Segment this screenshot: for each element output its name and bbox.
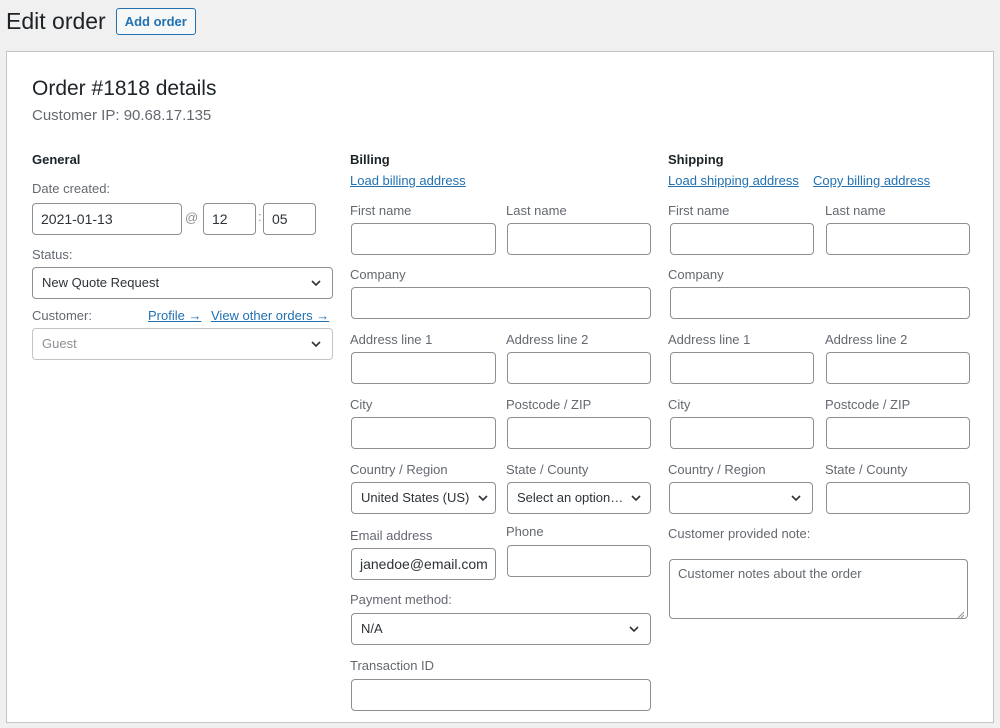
billing-country-value: United States (US) xyxy=(361,490,470,505)
shipping-state-input[interactable] xyxy=(826,482,970,514)
billing-postcode-input[interactable] xyxy=(507,417,651,449)
shipping-city-input[interactable] xyxy=(670,417,814,449)
add-order-button[interactable]: Add order xyxy=(115,7,196,35)
time-separator: : xyxy=(258,209,262,224)
billing-first-name-input[interactable] xyxy=(351,223,496,255)
shipping-company-label: Company xyxy=(668,267,724,282)
shipping-address1-input[interactable] xyxy=(670,352,814,384)
transaction-id-input[interactable] xyxy=(351,679,651,711)
billing-postcode-label: Postcode / ZIP xyxy=(506,397,592,412)
page-title: Edit order xyxy=(6,8,106,34)
shipping-address2-input[interactable] xyxy=(826,352,970,384)
chevron-down-icon xyxy=(628,623,640,635)
billing-first-name-label: First name xyxy=(350,203,412,218)
payment-method-label: Payment method: xyxy=(350,592,452,607)
customer-select[interactable]: Guest xyxy=(32,328,333,360)
copy-billing-address-link[interactable]: Copy billing address xyxy=(813,173,930,188)
customer-note-placeholder: Customer notes about the order xyxy=(678,566,862,581)
shipping-last-name-input[interactable] xyxy=(826,223,970,255)
view-other-orders-link[interactable]: View other orders → xyxy=(211,308,329,323)
billing-email-input[interactable]: janedoe@email.com xyxy=(351,548,496,580)
billing-company-input[interactable] xyxy=(351,287,651,319)
customer-note-label: Customer provided note: xyxy=(668,526,811,541)
order-title: Order #1818 details xyxy=(32,77,217,100)
load-shipping-address-link[interactable]: Load shipping address xyxy=(668,173,799,188)
shipping-postcode-label: Postcode / ZIP xyxy=(825,397,911,412)
minute-input[interactable]: 05 xyxy=(263,203,316,235)
shipping-first-name-label: First name xyxy=(668,203,730,218)
shipping-postcode-input[interactable] xyxy=(826,417,970,449)
billing-last-name-input[interactable] xyxy=(507,223,651,255)
load-billing-address-link[interactable]: Load billing address xyxy=(350,173,466,188)
date-created-label: Date created: xyxy=(32,181,111,196)
customer-profile-link[interactable]: Profile → xyxy=(148,308,201,323)
at-separator: @ xyxy=(185,210,199,225)
chevron-down-icon xyxy=(790,492,802,504)
billing-address1-input[interactable] xyxy=(351,352,496,384)
billing-phone-input[interactable] xyxy=(507,545,651,577)
status-select[interactable]: New Quote Request xyxy=(32,267,333,299)
billing-state-label: State / County xyxy=(506,462,589,477)
billing-last-name-label: Last name xyxy=(506,203,567,218)
billing-phone-label: Phone xyxy=(506,524,544,539)
billing-company-label: Company xyxy=(350,267,406,282)
shipping-address2-label: Address line 2 xyxy=(825,332,908,347)
customer-value: Guest xyxy=(42,336,77,351)
billing-country-label: Country / Region xyxy=(350,462,448,477)
customer-ip: Customer IP: 90.68.17.135 xyxy=(32,107,212,124)
shipping-country-label: Country / Region xyxy=(668,462,766,477)
chevron-down-icon xyxy=(477,492,489,504)
customer-label: Customer: xyxy=(32,308,92,323)
shipping-first-name-input[interactable] xyxy=(670,223,814,255)
shipping-country-select[interactable] xyxy=(669,482,813,514)
shipping-title: Shipping xyxy=(668,152,724,167)
customer-note-textarea[interactable]: Customer notes about the order xyxy=(669,559,968,619)
billing-country-select[interactable]: United States (US) xyxy=(351,482,496,514)
billing-city-input[interactable] xyxy=(351,417,496,449)
payment-method-select[interactable]: N/A xyxy=(351,613,651,645)
shipping-address1-label: Address line 1 xyxy=(668,332,751,347)
resize-grip-icon[interactable] xyxy=(956,607,965,619)
general-title: General xyxy=(32,152,81,167)
billing-address2-label: Address line 2 xyxy=(506,332,589,347)
billing-email-label: Email address xyxy=(350,528,433,543)
chevron-down-icon xyxy=(310,338,322,350)
billing-state-select[interactable]: Select an option… xyxy=(507,482,651,514)
shipping-last-name-label: Last name xyxy=(825,203,886,218)
billing-title: Billing xyxy=(350,152,390,167)
status-label: Status: xyxy=(32,247,73,262)
payment-method-value: N/A xyxy=(361,621,383,636)
order-details-panel: Order #1818 details Customer IP: 90.68.1… xyxy=(6,51,994,723)
status-value: New Quote Request xyxy=(42,275,160,290)
billing-state-value: Select an option… xyxy=(517,490,624,505)
billing-address2-input[interactable] xyxy=(507,352,651,384)
date-created-input[interactable]: 2021-01-13 xyxy=(32,203,182,235)
billing-city-label: City xyxy=(350,397,373,412)
chevron-down-icon xyxy=(310,277,322,289)
chevron-down-icon xyxy=(630,492,642,504)
hour-input[interactable]: 12 xyxy=(203,203,256,235)
shipping-state-label: State / County xyxy=(825,462,908,477)
billing-address1-label: Address line 1 xyxy=(350,332,433,347)
shipping-city-label: City xyxy=(668,397,691,412)
shipping-company-input[interactable] xyxy=(670,287,970,319)
page-header: Edit order Add order xyxy=(6,6,196,36)
transaction-id-label: Transaction ID xyxy=(350,658,435,673)
